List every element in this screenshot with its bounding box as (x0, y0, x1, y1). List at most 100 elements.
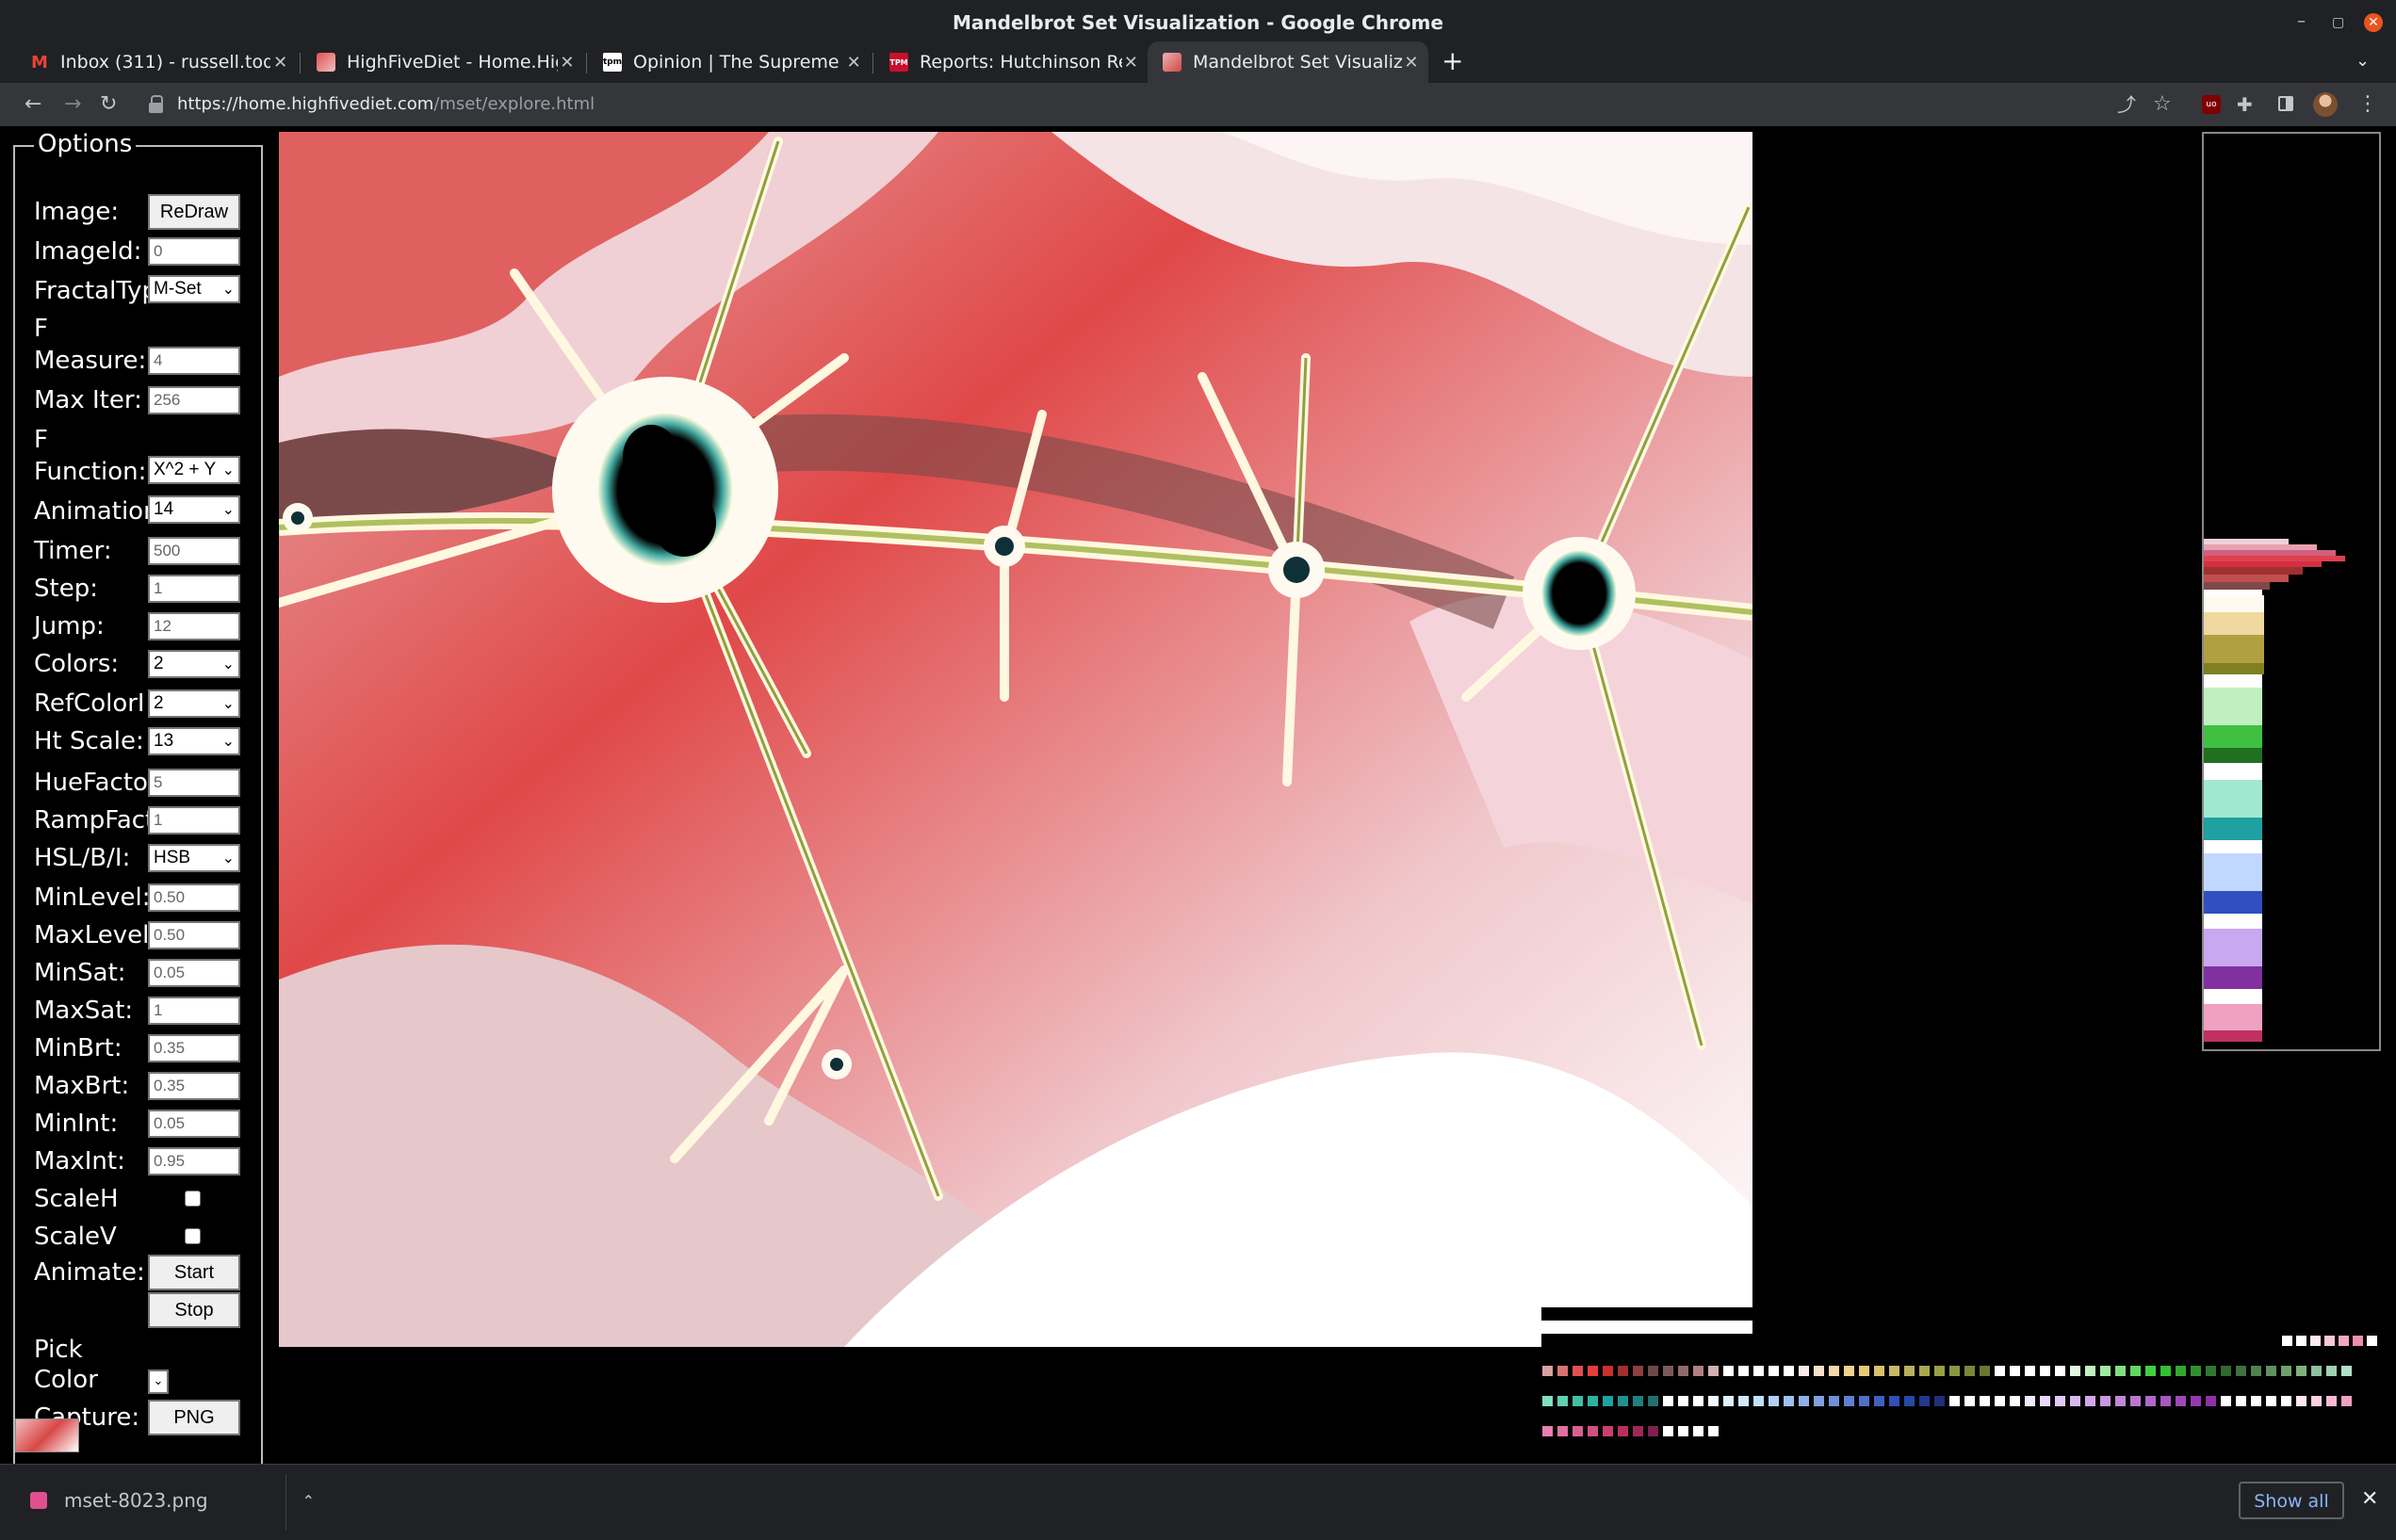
palette-swatch[interactable] (1753, 1366, 1764, 1376)
palette-swatch[interactable] (1844, 1366, 1854, 1376)
palette-swatch[interactable] (2145, 1396, 2156, 1406)
palette-swatch[interactable] (1768, 1366, 1779, 1376)
stop-button[interactable]: Stop (148, 1292, 240, 1328)
timer-input[interactable]: 500 (148, 537, 240, 565)
rampfact-input[interactable]: 1 (148, 806, 240, 835)
chrome-menu-icon[interactable]: ⋮ (2357, 90, 2378, 119)
palette-swatch[interactable] (2367, 1336, 2377, 1346)
palette-swatch[interactable] (1603, 1396, 1613, 1406)
palette-swatch[interactable] (1603, 1366, 1613, 1376)
minsat-input[interactable]: 0.05 (148, 959, 240, 987)
palette-swatch[interactable] (2296, 1366, 2306, 1376)
palette-swatch[interactable] (2040, 1366, 2050, 1376)
palette-swatch[interactable] (2339, 1336, 2349, 1346)
palette-swatch[interactable] (1799, 1366, 1809, 1376)
palette-swatch[interactable] (1557, 1366, 1568, 1376)
tab-tpm-opinion[interactable]: tpm Opinion | The Supreme Co ✕ (588, 41, 871, 83)
palette-swatch[interactable] (2266, 1396, 2276, 1406)
palette-swatch[interactable] (2296, 1336, 2306, 1346)
palette-swatch[interactable] (1980, 1396, 1990, 1406)
palette-swatch[interactable] (2010, 1366, 2020, 1376)
palette-swatch[interactable] (2341, 1366, 2352, 1376)
palette-swatch[interactable] (1618, 1366, 1628, 1376)
palette-swatch[interactable] (1678, 1396, 1688, 1406)
colors-select[interactable]: 2 ⌄ (148, 650, 240, 678)
palette-swatch[interactable] (1995, 1366, 2005, 1376)
palette-swatch[interactable] (2311, 1396, 2322, 1406)
fractaltype-select[interactable]: M-Set ⌄ (148, 275, 240, 303)
palette-swatch[interactable] (2160, 1396, 2171, 1406)
palette-swatch[interactable] (2221, 1396, 2231, 1406)
palette-swatch[interactable] (1573, 1426, 1583, 1436)
imageid-input[interactable]: 0 (148, 237, 240, 266)
palette-swatch[interactable] (1663, 1396, 1673, 1406)
palette-swatch[interactable] (1949, 1396, 1960, 1406)
palette-swatch[interactable] (1814, 1396, 1824, 1406)
palette-swatch[interactable] (2191, 1366, 2201, 1376)
palette-swatch[interactable] (1557, 1396, 1568, 1406)
palette-swatch[interactable] (2025, 1366, 2035, 1376)
share-icon[interactable]: ⤴ (2117, 90, 2136, 119)
capture-thumbnail[interactable] (15, 1418, 79, 1452)
palette-swatch[interactable] (1618, 1426, 1628, 1436)
palette-swatch[interactable] (2176, 1396, 2186, 1406)
close-download-bar-icon[interactable]: ✕ (2361, 1487, 2378, 1511)
maxint-input[interactable]: 0.95 (148, 1147, 240, 1175)
palette-swatch[interactable] (2251, 1396, 2261, 1406)
palette-swatch[interactable] (2281, 1366, 2291, 1376)
htscale-select[interactable]: 13 ⌄ (148, 727, 240, 755)
huefactor-input[interactable]: 5 (148, 769, 240, 797)
palette-swatch[interactable] (1799, 1396, 1809, 1406)
palette-swatch[interactable] (2085, 1396, 2095, 1406)
palette-swatch[interactable] (2251, 1366, 2261, 1376)
palette-swatch[interactable] (1934, 1366, 1945, 1376)
palette-swatch[interactable] (1874, 1366, 1884, 1376)
palette-swatch[interactable] (1542, 1366, 1553, 1376)
minlevel-input[interactable]: 0.50 (148, 883, 240, 912)
reload-icon[interactable]: ↻ (100, 90, 117, 119)
palette-swatch[interactable] (1542, 1396, 1553, 1406)
palette-swatch[interactable] (1708, 1426, 1719, 1436)
palette-swatch[interactable] (1934, 1396, 1945, 1406)
back-icon[interactable]: ← (24, 90, 41, 119)
palette-swatch[interactable] (1738, 1396, 1749, 1406)
palette-swatch[interactable] (2324, 1336, 2335, 1346)
palette-swatch[interactable] (1844, 1396, 1854, 1406)
palette-swatch[interactable] (2282, 1336, 2292, 1346)
tab-search-icon[interactable]: ⌄ (2355, 51, 2370, 71)
palette-swatch[interactable] (2160, 1366, 2171, 1376)
palette-swatch[interactable] (2341, 1396, 2352, 1406)
palette-swatch[interactable] (2085, 1366, 2095, 1376)
forward-icon[interactable]: → (64, 90, 81, 119)
side-panel-icon[interactable] (2278, 96, 2293, 111)
palette-swatch[interactable] (1693, 1426, 1703, 1436)
palette-swatch[interactable] (1678, 1426, 1688, 1436)
palette-swatch[interactable] (2353, 1336, 2363, 1346)
palette-swatch[interactable] (1618, 1396, 1628, 1406)
maximize-icon[interactable]: ▢ (2332, 15, 2344, 30)
palette-swatch[interactable] (1693, 1396, 1703, 1406)
close-tab-icon[interactable]: ✕ (270, 53, 290, 73)
palette-swatch[interactable] (2025, 1396, 2035, 1406)
palette-swatch[interactable] (1814, 1366, 1824, 1376)
close-tab-icon[interactable]: ✕ (1402, 53, 1421, 73)
palette-swatch[interactable] (2115, 1396, 2126, 1406)
palette-swatch[interactable] (2055, 1366, 2065, 1376)
palette-swatch[interactable] (1542, 1426, 1553, 1436)
close-tab-icon[interactable]: ✕ (1122, 53, 1140, 73)
tab-highfivediet[interactable]: HighFiveDiet - Home.High ✕ (302, 41, 584, 83)
png-button[interactable]: PNG (148, 1400, 240, 1435)
palette-swatch[interactable] (2070, 1396, 2080, 1406)
tab-gmail[interactable]: M Inbox (311) - russell.todd ✕ (15, 41, 298, 83)
palette-swatch[interactable] (1784, 1366, 1794, 1376)
minimize-icon[interactable]: – (2297, 11, 2306, 31)
palette-swatch[interactable] (2130, 1396, 2141, 1406)
palette-swatch[interactable] (1859, 1396, 1869, 1406)
close-tab-icon[interactable]: ✕ (844, 53, 863, 73)
profile-avatar[interactable] (2313, 92, 2338, 117)
palette-swatch[interactable] (1648, 1396, 1658, 1406)
palette-swatch[interactable] (1633, 1426, 1643, 1436)
palette-swatch[interactable] (1829, 1366, 1839, 1376)
minbrt-input[interactable]: 0.35 (148, 1034, 240, 1062)
palette-swatch[interactable] (1964, 1366, 1975, 1376)
